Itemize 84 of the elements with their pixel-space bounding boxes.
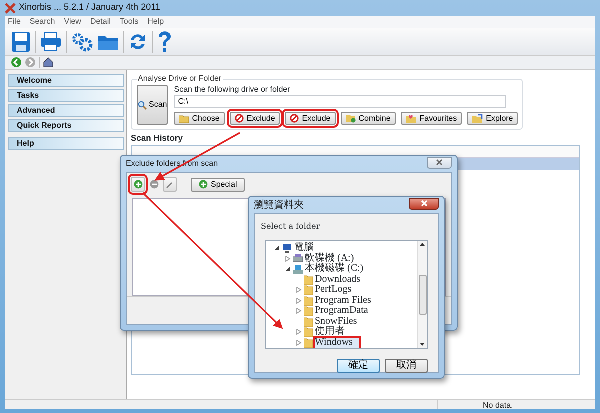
expanded-icon[interactable] — [274, 245, 280, 252]
back-icon[interactable] — [11, 57, 22, 68]
sidebar-item[interactable]: Tasks — [8, 89, 124, 102]
scrollbar[interactable] — [417, 241, 427, 348]
toolbar-button[interactable]: Choose — [174, 112, 225, 125]
toolbar-button[interactable]: Combine — [340, 112, 396, 125]
collapsed-icon[interactable] — [296, 298, 302, 304]
menu-item[interactable]: File — [8, 16, 21, 28]
dialog-title: 瀏覽資料夾 — [254, 198, 304, 212]
computer-icon — [282, 244, 292, 253]
sidebar-item[interactable]: Welcome — [8, 74, 124, 87]
menu-item[interactable]: Detail — [90, 16, 111, 28]
prohibited-icon — [290, 114, 300, 123]
pencil-icon — [166, 180, 174, 188]
path-input[interactable]: C:\ — [174, 95, 506, 108]
collapsed-icon[interactable] — [296, 340, 302, 346]
minus-icon — [150, 180, 158, 189]
cancel-button[interactable]: 取消 — [385, 359, 428, 373]
collapsed-icon[interactable] — [296, 308, 302, 314]
collapsed-icon[interactable] — [296, 287, 302, 294]
special-button[interactable]: Special — [191, 178, 246, 192]
sidebar-item[interactable]: Advanced — [8, 104, 124, 117]
tree-item[interactable]: 使用者 — [315, 327, 345, 338]
section-title: Scan History — [131, 132, 184, 145]
tree-item[interactable]: SnowFiles — [315, 316, 358, 327]
folder-icon — [304, 296, 313, 306]
folder-icon — [179, 114, 190, 122]
expanded-icon[interactable] — [285, 266, 291, 272]
sidebar-item[interactable]: Help — [8, 137, 124, 150]
plus-icon — [134, 180, 142, 189]
ok-button[interactable]: 確定 — [337, 359, 380, 373]
close-button[interactable] — [427, 156, 452, 168]
sidebar-item[interactable]: Quick Reports — [8, 119, 124, 132]
scroll-up-icon[interactable] — [420, 243, 425, 246]
window-title: Xinorbis ... 5.2.1 / January 4th 2011 — [19, 1, 160, 14]
tree-item[interactable]: Program Files — [315, 296, 372, 306]
folder-icon — [304, 338, 313, 348]
menu-item[interactable]: Help — [148, 16, 164, 28]
folder-heart-icon — [406, 114, 417, 123]
toolbar-button[interactable]: Explore — [467, 112, 518, 125]
status-text: No data. — [483, 401, 514, 410]
toolbar-button[interactable]: Favourites — [400, 112, 462, 125]
prohibited-icon — [234, 114, 244, 123]
folder-icon — [304, 327, 313, 338]
close-icon — [420, 200, 428, 207]
close-button[interactable] — [409, 198, 439, 210]
plus-icon — [199, 180, 208, 189]
tree-item[interactable]: ProgramData — [315, 306, 368, 316]
folder-icon — [304, 316, 313, 327]
drive-icon — [293, 254, 303, 264]
menu-item[interactable]: Search — [30, 16, 56, 28]
tree-item[interactable]: Windows — [315, 338, 359, 348]
add-button[interactable] — [131, 177, 145, 192]
gears-icon[interactable] — [71, 32, 93, 52]
folder-icon — [304, 285, 313, 296]
close-icon — [436, 159, 443, 166]
folder-arrow-icon — [472, 114, 484, 123]
refresh-icon[interactable] — [128, 32, 148, 52]
printer-icon[interactable] — [40, 32, 62, 52]
folder-icon — [304, 306, 313, 316]
field-label: Scan the following drive or folder — [174, 85, 292, 94]
tree-item[interactable]: 本機磁碟 (C:) — [305, 264, 364, 274]
drive-icon — [293, 264, 303, 274]
tree-item[interactable]: 電腦 — [294, 243, 314, 254]
folder-plus-icon — [346, 114, 356, 123]
save-icon[interactable] — [11, 30, 31, 52]
scroll-down-icon[interactable] — [420, 343, 425, 346]
tree-item[interactable]: 軟碟機 (A:) — [305, 254, 354, 264]
tree-item[interactable]: PerfLogs — [315, 285, 352, 296]
group-title: Analyse Drive or Folder — [137, 73, 223, 85]
menu-item[interactable]: Tools — [120, 16, 139, 28]
menu-item[interactable]: View — [64, 16, 82, 28]
x-logo-icon — [5, 2, 16, 14]
tree-item[interactable]: Downloads — [315, 274, 361, 285]
toolbar-button[interactable]: Exclude — [230, 112, 280, 125]
scan-button[interactable]: Scan — [137, 85, 168, 125]
collapsed-icon[interactable] — [285, 256, 291, 262]
toolbar-button[interactable]: Exclude — [285, 112, 336, 125]
folder-icon — [304, 274, 313, 285]
edit-button[interactable] — [163, 177, 177, 192]
help-icon[interactable] — [157, 30, 173, 52]
dialog-prompt: Select a folder — [260, 221, 322, 233]
search-icon — [138, 100, 147, 110]
collapsed-icon[interactable] — [296, 329, 302, 336]
